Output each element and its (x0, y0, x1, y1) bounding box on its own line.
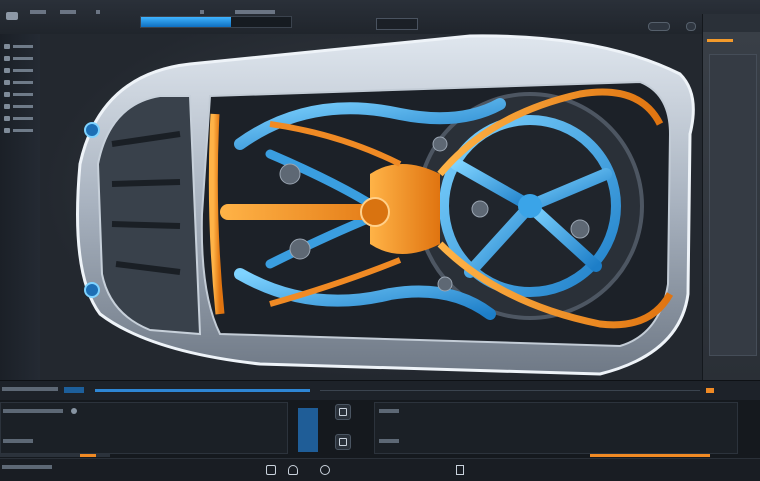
status-icon-1[interactable] (266, 465, 276, 475)
tool-icon (4, 116, 10, 121)
status-icon-2[interactable] (288, 465, 298, 475)
square-icon (339, 408, 347, 416)
sidebar-item-label (13, 93, 33, 96)
render-progress-bar (140, 16, 292, 28)
bottom-right-row-2 (379, 439, 399, 443)
render-progress-fill (141, 17, 231, 27)
bottom-right-panel (374, 402, 738, 454)
sidebar-item-label (13, 45, 33, 48)
bottom-tool-button-1[interactable] (335, 404, 351, 420)
sidebar-item-label (13, 117, 33, 120)
sidebar-item[interactable] (4, 54, 40, 63)
toolbar-item-5[interactable] (235, 10, 275, 14)
tool-icon (4, 128, 10, 133)
sidebar-item-label (13, 105, 33, 108)
toolbar-toggle[interactable] (648, 22, 670, 31)
square-icon (339, 438, 347, 446)
sidebar-item[interactable] (4, 78, 40, 87)
timeline-label (2, 387, 58, 391)
timeline-keyframe[interactable] (706, 388, 714, 393)
sidebar-item[interactable] (4, 90, 40, 99)
car-chassis-render (76, 34, 695, 376)
tool-icon (4, 56, 10, 61)
toolbar-item-4[interactable] (200, 10, 204, 14)
bottom-right-row-1 (379, 409, 399, 413)
timeline-track-active[interactable] (95, 389, 310, 392)
sidebar-item-label (13, 129, 33, 132)
timeline-bar[interactable] (0, 380, 760, 401)
properties-panel (702, 14, 760, 380)
sidebar-item-label (13, 69, 33, 72)
3d-viewport[interactable] (40, 34, 702, 380)
tool-icon (4, 104, 10, 109)
timeline-marker[interactable] (64, 387, 84, 393)
bottom-accent-bar (590, 454, 710, 457)
top-toolbar (0, 0, 760, 35)
bottom-left-radio[interactable] (71, 408, 77, 414)
bottom-active-slot[interactable] (298, 408, 318, 452)
timeline-track (320, 390, 700, 391)
tool-sidebar (0, 34, 40, 380)
status-bar (0, 458, 760, 481)
sidebar-item[interactable] (4, 42, 40, 51)
toolbar-toggle-small[interactable] (686, 22, 696, 31)
bottom-accent-marker (80, 454, 96, 457)
toolbar-field[interactable] (376, 18, 418, 30)
status-text (2, 465, 52, 469)
bottom-tool-button-2[interactable] (335, 434, 351, 450)
sidebar-item[interactable] (4, 66, 40, 75)
bottom-left-panel (0, 402, 288, 454)
sidebar-item-label (13, 81, 33, 84)
app-menu-icon[interactable] (6, 12, 18, 20)
properties-list[interactable] (709, 54, 757, 356)
toolbar-item-3[interactable] (96, 10, 100, 14)
tool-icon (4, 68, 10, 73)
bottom-left-row-2 (3, 439, 33, 443)
toolbar-item-2[interactable] (60, 10, 76, 14)
sidebar-item[interactable] (4, 114, 40, 123)
sidebar-item[interactable] (4, 126, 40, 135)
status-icon-4[interactable] (456, 465, 464, 475)
toolbar-item-1[interactable] (30, 10, 46, 14)
properties-panel-header (703, 14, 760, 32)
sidebar-item-label (13, 57, 33, 60)
tool-icon (4, 44, 10, 49)
tool-icon (4, 80, 10, 85)
tool-icon (4, 92, 10, 97)
status-icon-3[interactable] (320, 465, 330, 475)
sidebar-item[interactable] (4, 102, 40, 111)
properties-tab[interactable] (707, 36, 757, 44)
bottom-left-row-1 (3, 409, 63, 413)
properties-tab-indicator (707, 39, 733, 42)
